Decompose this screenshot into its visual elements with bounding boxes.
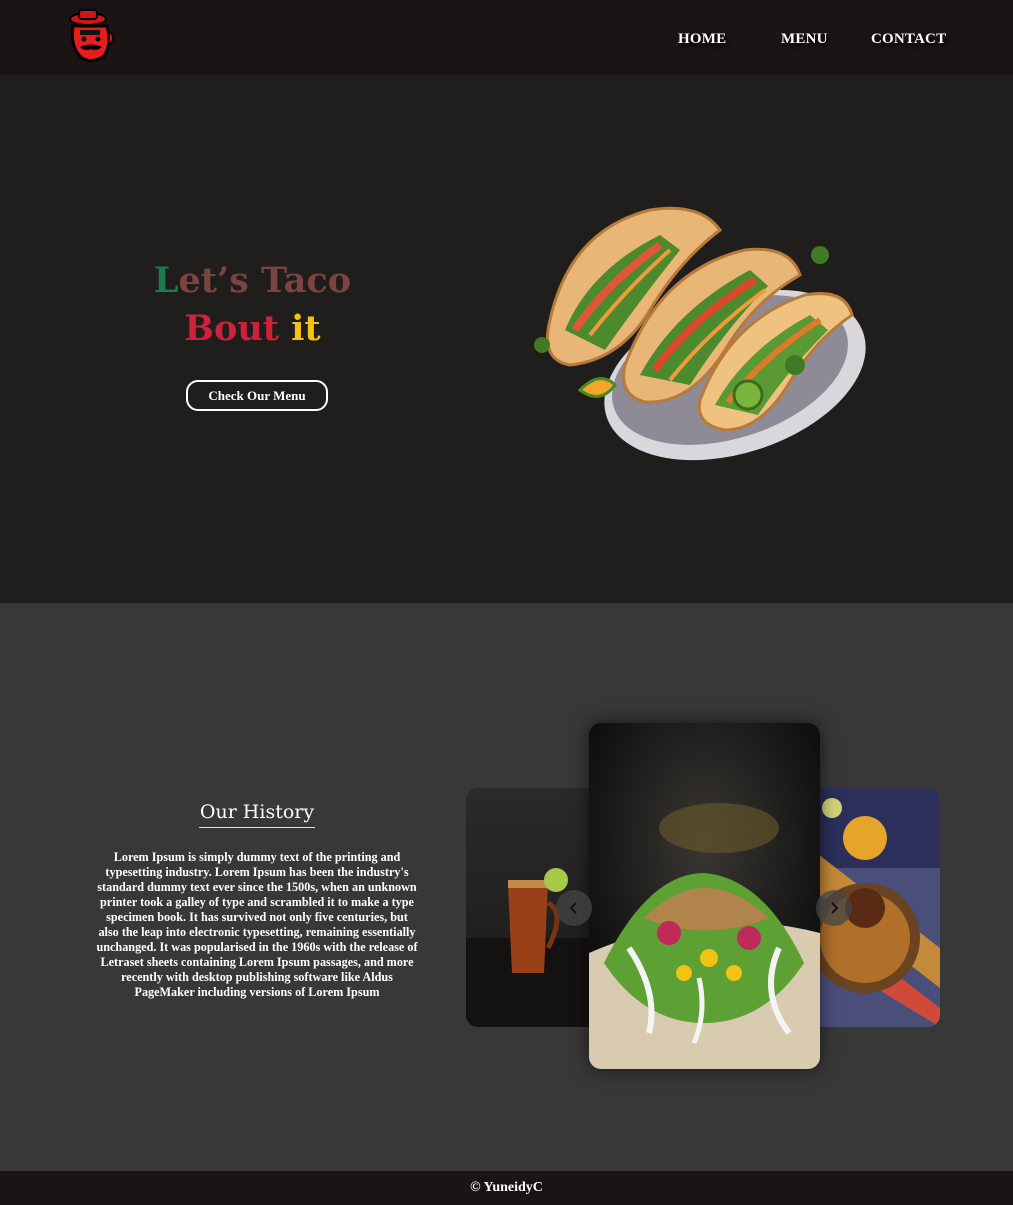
history-section: Our History Lorem Ipsum is simply dummy …	[0, 603, 1013, 1171]
site-footer: © YuneidyC	[0, 1171, 1013, 1205]
logo-icon[interactable]	[60, 8, 120, 64]
hero-title: Let’s Taco Bout it	[120, 257, 385, 353]
hero-title-rest: et’s Taco	[178, 260, 352, 301]
hero-section: Let’s Taco Bout it Check Our Menu	[0, 75, 1013, 603]
nav-home-link[interactable]: HOME	[678, 31, 726, 48]
carousel-next-button[interactable]	[816, 890, 852, 926]
site-header: HOME MENU CONTACT	[0, 0, 1013, 75]
hero-title-initial: L	[153, 260, 179, 301]
nav-menu-link[interactable]: MENU	[781, 31, 828, 48]
chevron-right-icon	[831, 902, 839, 914]
hero-title-bout: Bout	[184, 308, 279, 349]
nav-contact-link[interactable]: CONTACT	[871, 31, 946, 48]
history-text: Lorem Ipsum is simply dummy text of the …	[96, 850, 418, 999]
gallery-image-taco-salad[interactable]	[589, 723, 820, 1069]
carousel-prev-button[interactable]	[556, 890, 592, 926]
chevron-left-icon	[569, 902, 577, 914]
history-title: Our History	[199, 801, 315, 828]
hero-title-it: it	[291, 308, 321, 349]
copyright-text: © YuneidyC	[470, 1180, 543, 1195]
check-menu-button[interactable]: Check Our Menu	[186, 380, 328, 411]
tacos-illustration	[530, 190, 880, 465]
